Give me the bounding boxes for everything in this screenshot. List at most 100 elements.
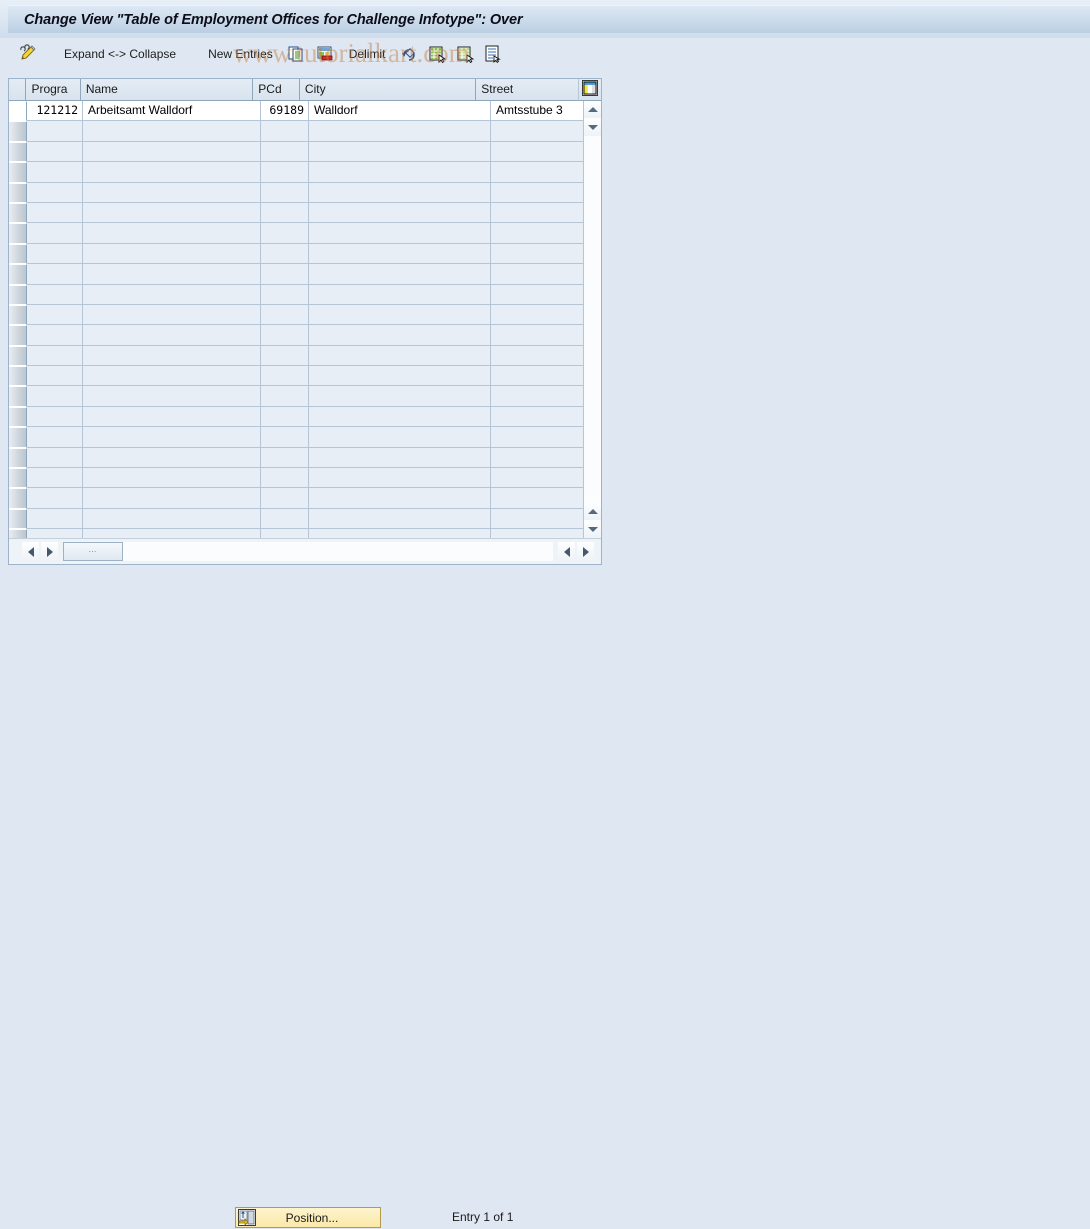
cell-progra[interactable]	[27, 427, 83, 448]
table-row-empty[interactable]	[9, 488, 601, 509]
cell-city[interactable]	[309, 406, 491, 428]
row-selector-button[interactable]	[9, 243, 27, 265]
copy-as-button[interactable]	[283, 42, 311, 66]
table-row-empty[interactable]	[9, 366, 601, 387]
cell-pcd[interactable]	[261, 304, 309, 326]
cell-pcd[interactable]	[261, 325, 309, 346]
cell-name[interactable]	[83, 508, 261, 530]
table-row-empty[interactable]	[9, 529, 601, 538]
cell-pcd[interactable]	[261, 366, 309, 387]
cell-progra[interactable]	[27, 243, 83, 265]
cell-street[interactable]	[491, 406, 597, 428]
table-row-empty[interactable]	[9, 325, 601, 346]
cell-pcd[interactable]	[261, 162, 309, 183]
scroll-down-button-bottom[interactable]	[584, 521, 601, 538]
cell-city[interactable]	[309, 447, 491, 469]
cell-progra[interactable]	[27, 162, 83, 183]
cell-progra[interactable]	[27, 223, 83, 244]
table-row-empty[interactable]	[9, 427, 601, 448]
cell-name[interactable]	[83, 488, 261, 509]
cell-street[interactable]	[491, 141, 597, 163]
cell-pcd[interactable]	[261, 508, 309, 530]
cell-city[interactable]	[309, 468, 491, 489]
table-row-empty[interactable]	[9, 304, 601, 326]
table-row-empty[interactable]	[9, 468, 601, 489]
cell-city[interactable]	[309, 182, 491, 203]
cell-name[interactable]	[83, 223, 261, 244]
cell-name[interactable]	[83, 345, 261, 367]
row-selector-button[interactable]	[9, 182, 27, 203]
cell-street[interactable]	[491, 325, 597, 346]
cell-pcd[interactable]	[261, 141, 309, 163]
row-selector-button[interactable]	[9, 141, 27, 163]
cell-progra[interactable]	[27, 447, 83, 469]
row-selector-button[interactable]	[9, 427, 27, 448]
cell-pcd[interactable]	[261, 488, 309, 509]
cell-city[interactable]	[309, 427, 491, 448]
cell-pcd[interactable]	[261, 223, 309, 244]
cell-city[interactable]	[309, 243, 491, 265]
cell-city[interactable]: Walldorf	[309, 101, 491, 122]
cell-city[interactable]	[309, 304, 491, 326]
cell-name[interactable]	[83, 304, 261, 326]
table-row-empty[interactable]	[9, 162, 601, 183]
cell-street[interactable]	[491, 264, 597, 285]
cell-progra[interactable]: 121212	[27, 101, 83, 122]
position-button[interactable]: Position...	[235, 1207, 381, 1228]
row-selector-button[interactable]	[9, 386, 27, 407]
table-row-empty[interactable]	[9, 223, 601, 244]
table-row-empty[interactable]	[9, 264, 601, 285]
row-selector-button[interactable]	[9, 325, 27, 346]
new-entries-button[interactable]: New Entries	[198, 42, 283, 66]
row-selector-button[interactable]	[9, 406, 27, 428]
cell-progra[interactable]	[27, 121, 83, 142]
cell-street[interactable]	[491, 304, 597, 326]
row-selector-button[interactable]	[9, 447, 27, 469]
cell-progra[interactable]	[27, 529, 83, 538]
column-header-city[interactable]: City	[299, 79, 477, 101]
column-header-street[interactable]: Street	[476, 79, 579, 101]
table-row-empty[interactable]	[9, 284, 601, 305]
cell-city[interactable]	[309, 488, 491, 509]
cell-name[interactable]	[83, 202, 261, 224]
cell-street[interactable]	[491, 243, 597, 265]
cell-progra[interactable]	[27, 284, 83, 305]
table-row-empty[interactable]	[9, 202, 601, 224]
cell-name[interactable]	[83, 447, 261, 469]
cell-street[interactable]	[491, 202, 597, 224]
cell-city[interactable]	[309, 284, 491, 305]
cell-name[interactable]	[83, 406, 261, 428]
cell-progra[interactable]	[27, 366, 83, 387]
row-selector-button[interactable]	[9, 162, 27, 183]
cell-street[interactable]	[491, 223, 597, 244]
cell-progra[interactable]	[27, 508, 83, 530]
cell-city[interactable]	[309, 264, 491, 285]
cell-name[interactable]	[83, 529, 261, 538]
row-selector-button[interactable]	[9, 264, 27, 285]
cell-pcd[interactable]: 69189	[261, 101, 309, 122]
row-selector-button[interactable]	[9, 508, 27, 530]
cell-name[interactable]	[83, 162, 261, 183]
cell-name[interactable]	[83, 468, 261, 489]
cell-street[interactable]	[491, 121, 597, 142]
cell-name[interactable]	[83, 325, 261, 346]
cell-street[interactable]	[491, 447, 597, 469]
cell-name[interactable]	[83, 141, 261, 163]
cell-city[interactable]	[309, 325, 491, 346]
cell-street[interactable]	[491, 162, 597, 183]
scroll-up-button-top[interactable]	[584, 101, 601, 118]
table-row-empty[interactable]	[9, 345, 601, 367]
cell-progra[interactable]	[27, 325, 83, 346]
table-row-empty[interactable]	[9, 406, 601, 428]
cell-name[interactable]	[83, 427, 261, 448]
cell-name[interactable]: Arbeitsamt Walldorf	[83, 101, 261, 122]
cell-city[interactable]	[309, 141, 491, 163]
cell-city[interactable]	[309, 345, 491, 367]
scroll-right-button[interactable]	[41, 542, 58, 561]
delimit-button[interactable]: Delimit	[339, 42, 396, 66]
cell-city[interactable]	[309, 202, 491, 224]
cell-city[interactable]	[309, 121, 491, 142]
cell-city[interactable]	[309, 508, 491, 530]
row-selector-button[interactable]	[9, 468, 27, 489]
table-row-empty[interactable]	[9, 182, 601, 203]
